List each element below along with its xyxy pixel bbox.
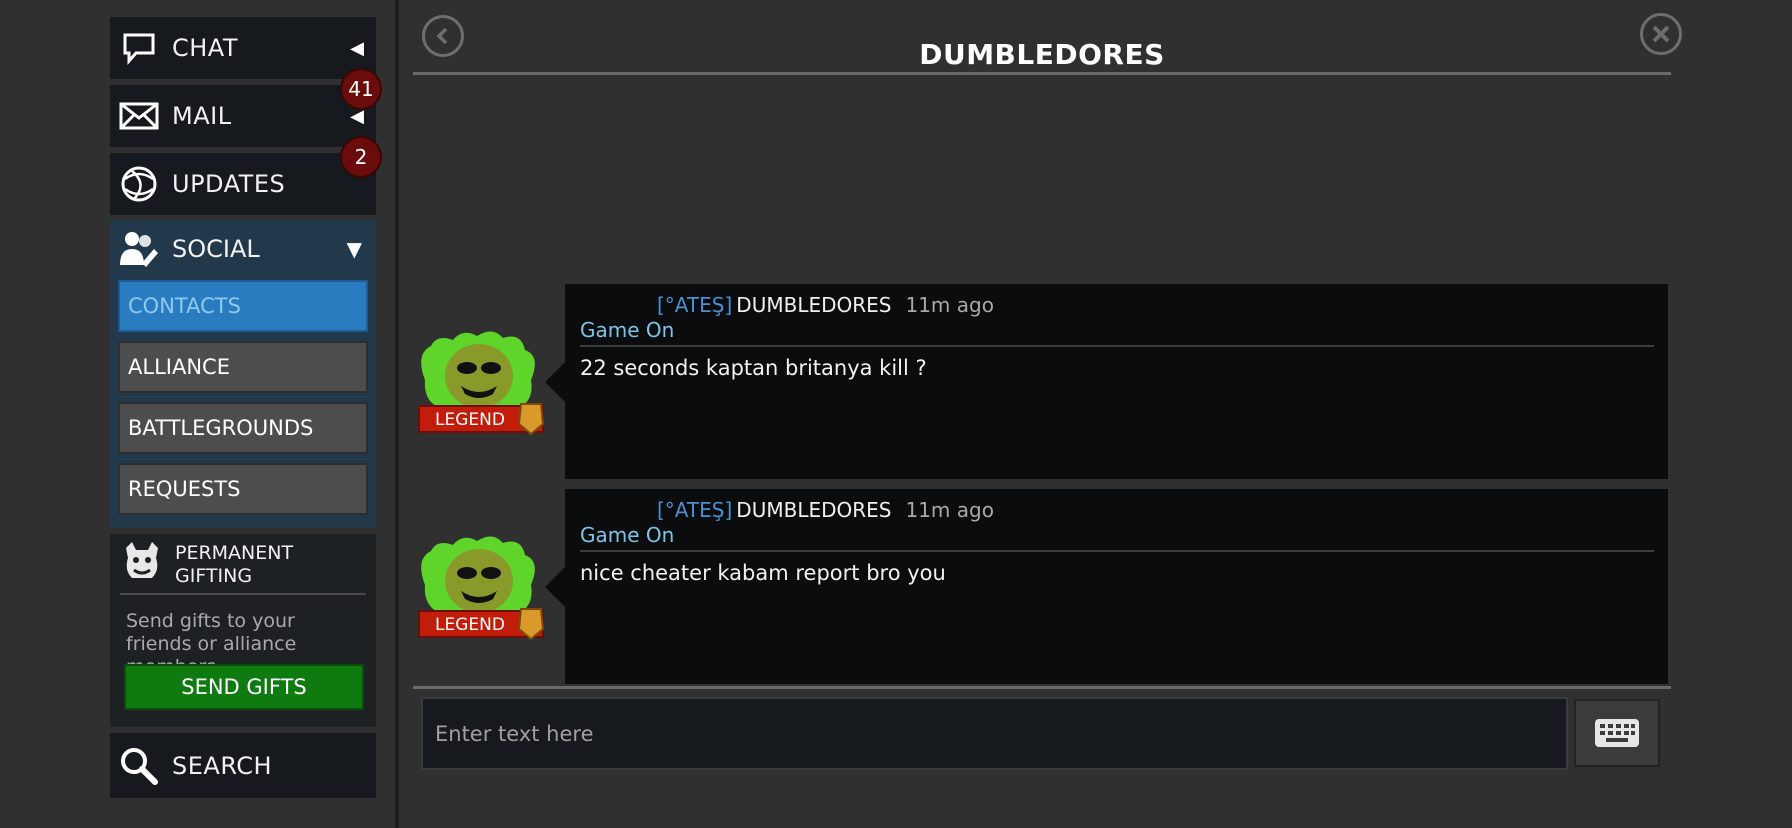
avatar[interactable]: LEGEND <box>413 324 548 436</box>
gifting-title: PERMANENT GIFTING <box>175 542 294 587</box>
expand-arrow-icon: ▼ <box>346 237 362 261</box>
social-section: SOCIAL ▼ CONTACTS ALLIANCE BATTLEGROUNDS… <box>110 220 376 528</box>
bulldog-icon <box>122 540 162 586</box>
speech-bubble-icon <box>118 27 160 69</box>
menu-item-label: MAIL <box>172 102 232 130</box>
rank-label: LEGEND <box>435 615 505 635</box>
message-composer <box>421 697 1568 770</box>
send-gifts-button[interactable]: SEND GIFTS <box>124 664 364 710</box>
globe-icon <box>118 163 160 205</box>
menu-item-chat[interactable]: CHAT ◀ <box>110 17 376 79</box>
sidebar: CHAT ◀ MAIL ◀ 41 UPDATES 2 SOCIAL ▼ CONT… <box>0 0 395 828</box>
chat-message: LEGEND [°ATEŞ] DUMBLEDORES 11m ago Game On… <box>413 489 1668 684</box>
mail-unread-badge: 2 <box>340 136 382 178</box>
alliance-tag[interactable]: [°ATEŞ] <box>657 498 732 522</box>
sender-name[interactable]: DUMBLEDORES <box>736 293 891 317</box>
divider <box>120 593 366 595</box>
message-header: [°ATEŞ] DUMBLEDORES 11m ago <box>657 498 994 522</box>
sender-status: Game On <box>580 523 675 547</box>
conversation-title: DUMBLEDORES <box>919 38 1165 71</box>
menu-item-social[interactable]: SOCIAL ▼ <box>110 220 376 278</box>
menu-item-label: SEARCH <box>172 751 273 780</box>
message-tail <box>545 362 565 402</box>
social-tab-alliance[interactable]: ALLIANCE <box>118 341 368 393</box>
gifting-panel: PERMANENT GIFTING Send gifts to your fri… <box>110 534 376 727</box>
divider <box>580 550 1654 552</box>
divider <box>413 72 1671 75</box>
menu-item-search[interactable]: SEARCH <box>110 733 376 798</box>
message-timestamp: 11m ago <box>905 293 994 317</box>
message-bubble: [°ATEŞ] DUMBLEDORES 11m ago Game On nice c… <box>565 489 1668 684</box>
message-header: [°ATEŞ] DUMBLEDORES 11m ago <box>657 293 994 317</box>
rank-label: LEGEND <box>435 410 505 430</box>
social-tab-battlegrounds[interactable]: BATTLEGROUNDS <box>118 402 368 454</box>
chat-unread-badge: 41 <box>340 68 382 110</box>
sender-name[interactable]: DUMBLEDORES <box>736 498 891 522</box>
envelope-icon <box>118 95 160 137</box>
message-text: 22 seconds kaptan britanya kill ? <box>580 356 927 380</box>
people-icon <box>118 228 160 270</box>
menu-item-label: SOCIAL <box>172 235 260 263</box>
divider <box>413 686 1671 689</box>
message-timestamp: 11m ago <box>905 498 994 522</box>
avatar[interactable]: LEGEND <box>413 529 548 641</box>
menu-item-label: CHAT <box>172 34 239 62</box>
alliance-tag[interactable]: [°ATEŞ] <box>657 293 732 317</box>
menu-item-label: UPDATES <box>172 170 286 198</box>
divider <box>580 345 1654 347</box>
message-input[interactable] <box>423 699 1566 768</box>
chat-message: LEGEND [°ATEŞ] DUMBLEDORES 11m ago Game On… <box>413 284 1668 479</box>
social-tab-contacts[interactable]: CONTACTS <box>118 280 368 332</box>
message-text: nice cheater kabam report bro you <box>580 561 946 585</box>
menu-item-updates[interactable]: UPDATES <box>110 153 376 215</box>
menu-item-mail[interactable]: MAIL ◀ <box>110 85 376 147</box>
social-tab-requests[interactable]: REQUESTS <box>118 463 368 515</box>
sender-status: Game On <box>580 318 675 342</box>
message-bubble: [°ATEŞ] DUMBLEDORES 11m ago Game On 22 sec… <box>565 284 1668 479</box>
sidebar-divider <box>395 0 399 828</box>
keyboard-icon <box>1595 719 1639 747</box>
message-tail <box>545 567 565 607</box>
magnifier-icon <box>118 745 160 787</box>
collapse-arrow-icon: ◀ <box>350 37 364 59</box>
keyboard-button[interactable] <box>1574 699 1660 767</box>
